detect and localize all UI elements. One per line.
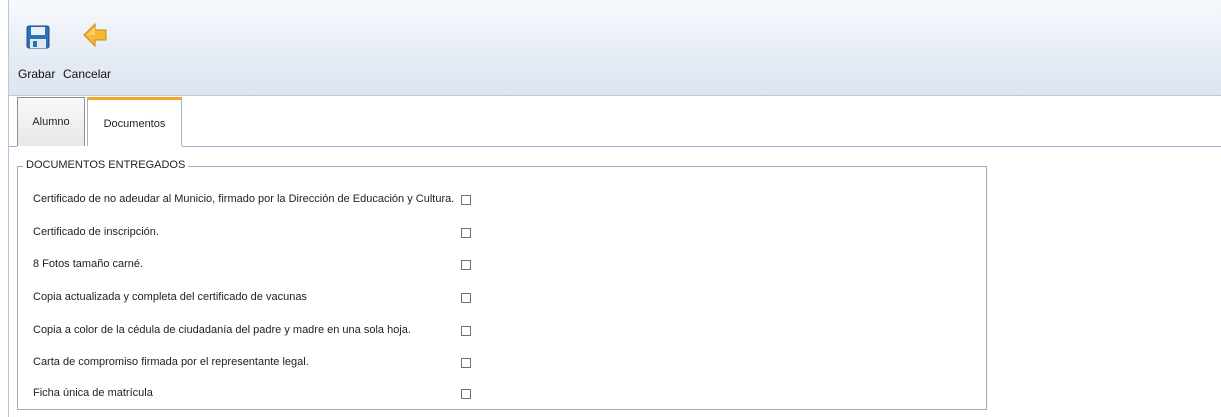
toolbar: Grabar Cancelar xyxy=(9,0,1221,96)
document-label: Ficha única de matrícula xyxy=(33,387,153,399)
document-checkbox[interactable] xyxy=(461,293,471,303)
save-label: Grabar xyxy=(18,67,56,81)
save-button[interactable]: Grabar xyxy=(15,18,57,86)
document-label: Copia a color de la cédula de ciudadanía… xyxy=(33,324,411,336)
document-checkbox[interactable] xyxy=(461,195,471,205)
document-label: Carta de compromiso firmada por el repre… xyxy=(33,356,309,368)
tab-alumno[interactable]: Alumno xyxy=(17,97,85,146)
documents-legend: DOCUMENTOS ENTREGADOS xyxy=(23,159,189,171)
document-checkbox[interactable] xyxy=(461,358,471,368)
document-label: Copia actualizada y completa del certifi… xyxy=(33,291,307,303)
cancel-label: Cancelar xyxy=(63,67,112,81)
document-label: Certificado de inscripción. xyxy=(33,226,159,238)
tab-documentos-label: Documentos xyxy=(103,118,166,130)
document-checkbox[interactable] xyxy=(461,260,471,270)
cancel-button[interactable]: Cancelar xyxy=(63,18,127,86)
tab-strip-line xyxy=(182,146,1221,147)
tab-strip-line-left xyxy=(9,146,17,147)
document-checkbox[interactable] xyxy=(461,228,471,238)
floppy-disk-icon xyxy=(26,25,50,49)
tab-alumno-label: Alumno xyxy=(32,116,70,128)
document-checkbox[interactable] xyxy=(461,326,471,336)
document-label: 8 Fotos tamaño carné. xyxy=(33,258,144,270)
document-label: Certificado de no adeudar al Municio, fi… xyxy=(33,193,455,205)
tab-documentos[interactable]: Documentos xyxy=(87,97,182,146)
document-checkbox[interactable] xyxy=(461,389,471,399)
back-arrow-icon xyxy=(83,22,107,48)
